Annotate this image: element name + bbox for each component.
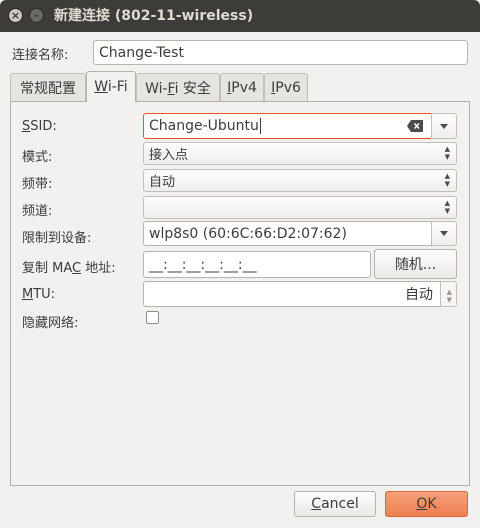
ssid-input[interactable]: Change-Ubuntu <box>143 113 432 139</box>
tab-wifi-security[interactable]: Wi-Fi 安全 <box>136 73 220 101</box>
tab-ipv4[interactable]: IPv4 <box>220 73 264 101</box>
mtu-input[interactable]: 自动 <box>143 281 441 307</box>
chevron-down-icon <box>440 119 448 134</box>
mode-select[interactable]: 接入点 ▲ ▼ <box>143 142 457 165</box>
clear-text-icon[interactable] <box>407 120 423 136</box>
connection-name-label: 连接名称: <box>12 48 69 63</box>
band-select[interactable]: 自动 ▲ ▼ <box>143 169 457 192</box>
up-down-arrows-icon: ▲ ▼ <box>444 199 450 215</box>
device-label: 限制到设备: <box>22 231 92 246</box>
channel-select[interactable]: ▲ ▼ <box>143 196 457 219</box>
minimize-icon: – <box>33 9 40 22</box>
tab-wifi[interactable]: Wi-Fi <box>86 71 136 102</box>
band-label: 频带: <box>22 177 53 192</box>
ok-button[interactable]: OK <box>385 491 468 517</box>
tab-general-label: 常规配置 <box>20 80 76 97</box>
tab-ipv6[interactable]: IPv6 <box>264 73 308 101</box>
up-down-arrows-icon: ▲ ▼ <box>444 145 450 161</box>
chevron-down-icon <box>440 226 448 241</box>
device-dropdown-button[interactable] <box>431 221 457 246</box>
tab-ipv6-label: IPv6 <box>271 79 301 96</box>
ssid-dropdown-button[interactable] <box>431 113 457 139</box>
connection-name-input[interactable]: Change-Test <box>93 40 468 65</box>
mode-label: 模式: <box>22 150 53 165</box>
cancel-button-label: Cancel <box>311 496 359 512</box>
cloned-mac-input[interactable]: __:__:__:__:__:__ <box>143 251 371 278</box>
mtu-label: MTU: <box>22 287 56 302</box>
cancel-button[interactable]: Cancel <box>294 491 376 517</box>
ok-button-label: OK <box>416 496 437 512</box>
window-title: 新建连接 (802-11-wireless) <box>54 8 254 24</box>
minimize-window-button[interactable]: – <box>29 8 44 23</box>
hidden-network-checkbox[interactable] <box>146 311 159 324</box>
tab-wifi-label: Wi-Fi <box>94 79 128 95</box>
up-down-arrows-icon: ▲ ▼ <box>444 172 450 188</box>
mode-value: 接入点 <box>149 148 189 163</box>
random-mac-button[interactable]: 随机... <box>374 249 457 279</box>
title-bar: × – 新建连接 (802-11-wireless) <box>0 0 480 32</box>
mtu-spinner[interactable]: ▲ ▼ <box>440 281 457 307</box>
ssid-value: Change-Ubuntu <box>149 118 259 134</box>
up-down-arrows-icon: ▲ ▼ <box>446 288 452 304</box>
cloned-mac-label: 复制 MAC 地址: <box>22 261 116 276</box>
hidden-network-label: 隐藏网络: <box>22 316 79 331</box>
ssid-label: SSID: <box>22 119 57 134</box>
close-icon: × <box>10 9 21 22</box>
tab-ipv4-label: IPv4 <box>227 79 257 96</box>
channel-label: 频道: <box>22 204 53 219</box>
device-input[interactable]: wlp8s0 (60:6C:66:D2:07:62) <box>143 221 432 246</box>
close-window-button[interactable]: × <box>8 8 23 23</box>
tab-wifi-security-label: Wi-Fi 安全 <box>145 80 211 97</box>
band-value: 自动 <box>149 175 176 190</box>
tab-general[interactable]: 常规配置 <box>10 73 86 101</box>
